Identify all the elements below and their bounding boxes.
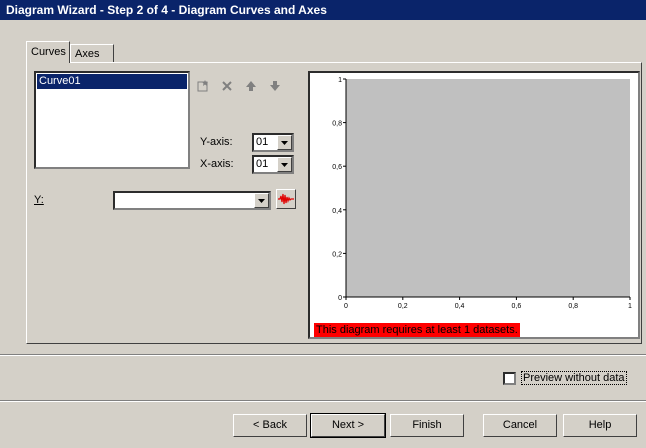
y-tick-label: 0,6 bbox=[332, 164, 342, 171]
y-field-label: Y: bbox=[34, 194, 44, 206]
y-tick-label: 0 bbox=[338, 295, 342, 302]
y-tick-label: 0,8 bbox=[332, 121, 342, 128]
chevron-down-icon[interactable] bbox=[277, 157, 292, 172]
preview-without-data-label: Preview without data bbox=[521, 371, 627, 385]
y-tick-label: 0,4 bbox=[332, 208, 342, 215]
x-tick-label: 0,4 bbox=[455, 303, 465, 310]
curve-toolbar bbox=[193, 76, 285, 98]
window-title: Diagram Wizard - Step 2 of 4 - Diagram C… bbox=[0, 0, 646, 20]
delete-icon[interactable] bbox=[217, 76, 237, 96]
separator bbox=[0, 400, 646, 402]
move-down-icon[interactable] bbox=[265, 76, 285, 96]
chevron-down-icon[interactable] bbox=[254, 193, 269, 208]
x-tick-label: 0,2 bbox=[398, 303, 408, 310]
preview-without-data-option[interactable]: Preview without data bbox=[503, 371, 627, 385]
chevron-down-icon[interactable] bbox=[277, 135, 292, 150]
x-tick-label: 0,8 bbox=[568, 303, 578, 310]
finish-button[interactable]: Finish bbox=[390, 414, 464, 437]
x-axis-label: X-axis: bbox=[200, 158, 234, 170]
move-up-icon[interactable] bbox=[241, 76, 261, 96]
y-axis-select[interactable]: 01 bbox=[252, 133, 294, 152]
plot-area bbox=[346, 79, 630, 297]
signal-wave-button[interactable] bbox=[276, 189, 296, 209]
back-button[interactable]: < Back bbox=[233, 414, 307, 437]
help-button[interactable]: Help bbox=[563, 414, 637, 437]
y-axis-label: Y-axis: bbox=[200, 136, 233, 148]
x-tick-label: 0 bbox=[344, 303, 348, 310]
new-icon[interactable] bbox=[193, 76, 213, 96]
tab-curves[interactable]: Curves bbox=[26, 41, 70, 63]
curve-list[interactable]: Curve01 bbox=[34, 71, 190, 169]
signal-wave-icon bbox=[278, 193, 294, 205]
y-tick-label: 0,2 bbox=[332, 251, 342, 258]
warning-message: This diagram requires at least 1 dataset… bbox=[314, 323, 520, 337]
preview-without-data-checkbox[interactable] bbox=[503, 371, 516, 385]
x-tick-label: 0,6 bbox=[512, 303, 522, 310]
separator bbox=[0, 354, 646, 356]
y-axis-value: 01 bbox=[256, 136, 269, 148]
cancel-button[interactable]: Cancel bbox=[483, 414, 557, 437]
x-tick-label: 1 bbox=[628, 303, 632, 310]
curve-list-item[interactable]: Curve01 bbox=[37, 74, 187, 89]
x-axis-value: 01 bbox=[256, 158, 269, 170]
y-field-select[interactable] bbox=[113, 191, 271, 210]
tab-axes[interactable]: Axes bbox=[70, 44, 114, 62]
preview-plot: 1 0,8 0,6 0,4 0,2 00 0,2 0,4 0,6 0,8 1 bbox=[332, 77, 632, 310]
x-axis-select[interactable]: 01 bbox=[252, 155, 294, 174]
next-button[interactable]: Next > bbox=[310, 413, 386, 438]
y-tick-label: 1 bbox=[338, 77, 342, 84]
diagram-preview: 1 0,8 0,6 0,4 0,2 0 0 0,2 0,4 0,6 0,8 1 This diagra… bbox=[308, 71, 640, 339]
